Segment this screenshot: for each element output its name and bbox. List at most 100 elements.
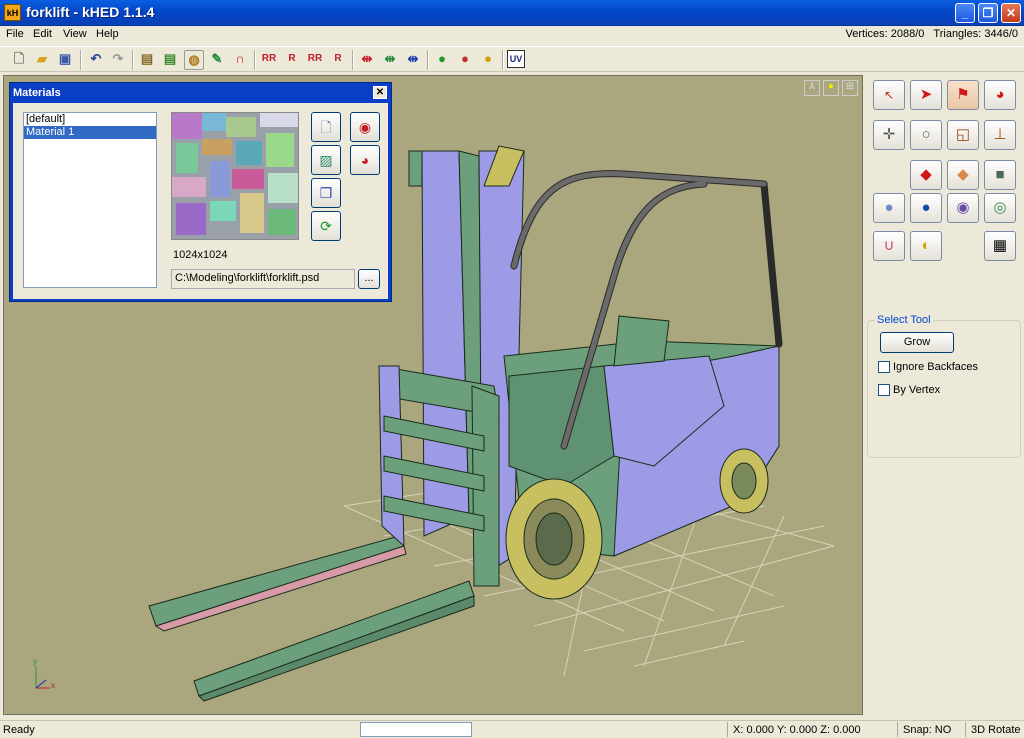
cube-tool[interactable]: ■ xyxy=(984,160,1016,190)
wrench-icon[interactable]: ✎ xyxy=(208,50,226,68)
mirror-z-icon[interactable]: RR xyxy=(306,50,324,68)
pivot-icon: ⊥ xyxy=(993,126,1007,143)
select-area-tool[interactable]: ⚑ xyxy=(947,80,979,110)
open-folder-icon[interactable]: ▰ xyxy=(33,50,51,68)
save-icon[interactable]: ▣ xyxy=(56,50,74,68)
menu-file[interactable]: File xyxy=(6,28,24,40)
select-tool-title: Select Tool xyxy=(875,314,933,326)
new-material-button[interactable]: 🗋 xyxy=(311,112,341,142)
title-bar: kH forklift - kHED 1.1.4 _ ❐ ✕ xyxy=(0,0,1024,26)
blue-sphere-tool[interactable]: ● xyxy=(910,193,942,223)
mirror-x-icon[interactable]: RR xyxy=(260,50,278,68)
by-vertex-checkbox[interactable] xyxy=(878,384,890,396)
material-item-default[interactable]: [default] xyxy=(24,113,156,126)
texture-thumbnail xyxy=(171,112,299,240)
new-file-icon[interactable]: 🗋 xyxy=(10,50,28,68)
circle-icon: ○ xyxy=(921,126,931,143)
picture-icon: ▨ xyxy=(319,152,333,168)
load-texture-button[interactable]: ▨ xyxy=(311,145,341,175)
import-icon[interactable]: ▤ xyxy=(138,50,156,68)
checker-tool[interactable]: ▦ xyxy=(984,231,1016,261)
sphere-a-icon[interactable]: ● xyxy=(479,50,497,68)
weld-y-icon[interactable]: ⇹ xyxy=(381,50,399,68)
magnet-tool[interactable]: ∪ xyxy=(873,231,905,261)
delete-material-button[interactable]: ◕ xyxy=(350,145,380,175)
menu-edit[interactable]: Edit xyxy=(33,28,52,40)
torus-icon: ◉ xyxy=(956,199,970,216)
green-blob-icon[interactable]: ● xyxy=(433,50,451,68)
blue-sphere-icon: ● xyxy=(921,199,931,216)
uv-icon[interactable]: UV xyxy=(507,50,525,68)
move-tool[interactable]: ✛ xyxy=(873,120,905,150)
export-icon[interactable]: ▤ xyxy=(161,50,179,68)
select-vertex-tool[interactable]: ↖ xyxy=(873,80,905,110)
minimize-button[interactable]: _ xyxy=(955,3,975,23)
rotate-icon[interactable]: R xyxy=(329,50,347,68)
ignore-backfaces-label: Ignore Backfaces xyxy=(893,361,978,373)
weld-z-icon[interactable]: ⇹ xyxy=(404,50,422,68)
torus-tool[interactable]: ◉ xyxy=(947,193,979,223)
scale-icon: ◱ xyxy=(955,126,971,143)
undo-icon[interactable]: ↶ xyxy=(87,50,105,68)
box-plane-tool[interactable]: ◆ xyxy=(947,160,979,190)
sphere-tool[interactable]: ● xyxy=(873,193,905,223)
mesh-stats: Vertices: 2088/0 Triangles: 3446/0 xyxy=(846,28,1018,40)
minimize-icon: _ xyxy=(961,6,969,20)
ring-tool[interactable]: ◎ xyxy=(984,193,1016,223)
menu-view[interactable]: View xyxy=(63,28,87,40)
status-text: Ready xyxy=(3,724,35,736)
scale-tool[interactable]: ◱ xyxy=(947,120,979,150)
forks xyxy=(148,535,475,702)
texture-path-field[interactable]: C:\Modeling\forklift\forklift.psd xyxy=(171,269,355,289)
main-toolbar: 🗋 ▰ ▣ ↶ ↷ ▤ ▤ ◍ ✎ ∩ RR R RR R ⇹ ⇹ ⇹ ● ● … xyxy=(0,46,1024,72)
select-face-tool[interactable]: ➤ xyxy=(910,80,942,110)
materials-body: [default] Material 1 1024x1024 C:\Modeli… xyxy=(13,103,388,299)
materials-window: Materials ✕ [default] Material 1 1024x10… xyxy=(9,82,392,302)
refresh-icon: ⟳ xyxy=(320,218,332,234)
ignore-backfaces-checkbox[interactable] xyxy=(878,361,890,373)
light-icon[interactable]: ● xyxy=(822,80,839,96)
select-pie-tool[interactable]: ◕ xyxy=(984,80,1016,110)
pie-icon: ◕ xyxy=(360,152,370,168)
material-list[interactable]: [default] Material 1 xyxy=(23,112,157,288)
paint-tool[interactable]: ◐ xyxy=(910,231,942,261)
perspective-icon[interactable]: ⅄ xyxy=(803,80,820,96)
new-document-icon: 🗋 xyxy=(320,119,332,135)
browse-button[interactable]: ... xyxy=(358,269,380,289)
progress-bar xyxy=(360,722,472,737)
close-button[interactable]: ✕ xyxy=(1001,3,1021,23)
snap-status: Snap: NO xyxy=(903,724,952,736)
triangles-count: Triangles: 3446/0 xyxy=(933,28,1018,40)
svg-text:x: x xyxy=(51,681,55,690)
rotate-tool[interactable]: ○ xyxy=(910,120,942,150)
app-icon[interactable]: kH xyxy=(4,4,21,21)
red-blob-icon[interactable]: ● xyxy=(456,50,474,68)
materials-close-button[interactable]: ✕ xyxy=(373,86,387,99)
move-icon: ✛ xyxy=(882,126,896,143)
by-vertex-label: By Vertex xyxy=(893,384,941,396)
camera-icon[interactable]: ⊞ xyxy=(842,80,858,96)
svg-text:y: y xyxy=(33,657,37,666)
refresh-texture-button[interactable]: ⟳ xyxy=(311,211,341,241)
status-bar: Ready X: 0.000 Y: 0.000 Z: 0.000 Snap: N… xyxy=(0,720,1024,738)
axis-gizmo: y x xyxy=(33,657,55,690)
menu-help[interactable]: Help xyxy=(96,28,119,40)
palette-icon[interactable]: ◍ xyxy=(184,50,204,70)
grow-button[interactable]: Grow xyxy=(880,332,954,353)
paint-icon: ◐ xyxy=(921,237,931,254)
redo-icon[interactable]: ↷ xyxy=(109,50,127,68)
material-item-1[interactable]: Material 1 xyxy=(24,126,156,139)
plane-tool[interactable]: ◆ xyxy=(910,160,942,190)
magnet-icon[interactable]: ∩ xyxy=(231,50,249,68)
restore-icon: ❐ xyxy=(982,6,994,20)
material-color-button[interactable]: ◉ xyxy=(350,112,380,142)
pivot-tool[interactable]: ⊥ xyxy=(984,120,1016,150)
mirror-y-icon[interactable]: R xyxy=(283,50,301,68)
copy-material-button[interactable]: ❐ xyxy=(311,178,341,208)
palette-icon: ◉ xyxy=(358,119,372,135)
cube-icon: ■ xyxy=(995,166,1005,183)
maximize-button[interactable]: ❐ xyxy=(978,3,998,23)
ring-icon: ◎ xyxy=(993,199,1007,216)
weld-x-icon[interactable]: ⇹ xyxy=(358,50,376,68)
sphere-icon: ● xyxy=(884,199,894,216)
